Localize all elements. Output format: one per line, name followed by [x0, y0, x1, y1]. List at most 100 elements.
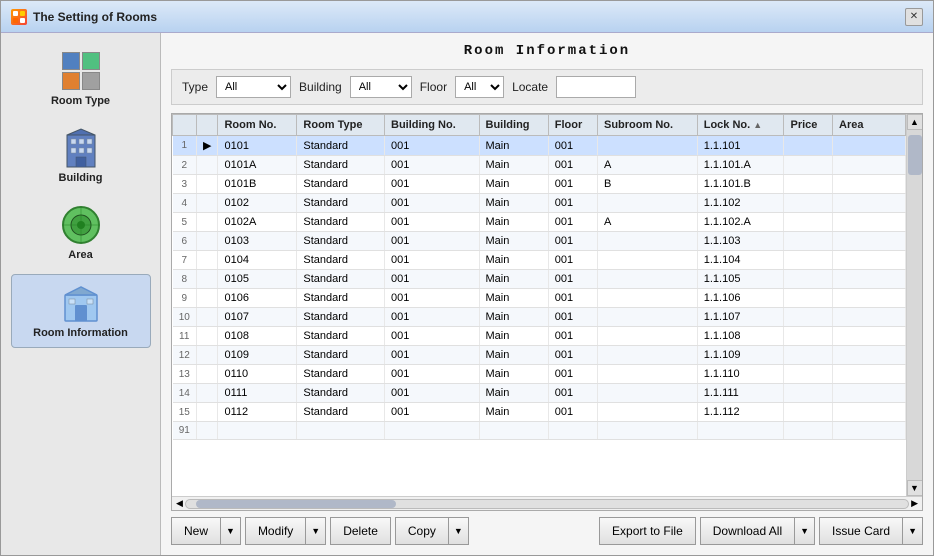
issue-dropdown-button[interactable]: ▼ — [903, 517, 923, 545]
col-header-subroom-no[interactable]: Subroom No. — [598, 115, 698, 136]
modify-button[interactable]: Modify — [245, 517, 306, 545]
copy-button[interactable]: Copy — [395, 517, 449, 545]
vertical-scrollbar[interactable]: ▲ ▼ — [906, 114, 922, 496]
table-row[interactable]: 90106Standard001Main0011.1.106 — [173, 289, 906, 308]
sidebar-item-room-information[interactable]: Room Information — [11, 274, 151, 348]
table-row[interactable]: 20101AStandard001Main001A1.1.101.A — [173, 156, 906, 175]
table-cell: Standard — [297, 213, 385, 232]
table-cell: 12 — [173, 346, 197, 365]
table-cell: 001 — [385, 232, 480, 251]
table-cell: Standard — [297, 403, 385, 422]
sidebar-item-room-type[interactable]: Room Type — [11, 43, 151, 115]
scroll-left-button[interactable]: ◀ — [174, 498, 185, 509]
table-row[interactable]: 100107Standard001Main0011.1.107 — [173, 308, 906, 327]
table-cell: 0101A — [218, 156, 297, 175]
table-cell: 10 — [173, 308, 197, 327]
delete-button[interactable]: Delete — [330, 517, 391, 545]
col-header-room-type[interactable]: Room Type — [297, 115, 385, 136]
table-cell: 001 — [548, 327, 597, 346]
download-dropdown-button[interactable]: ▼ — [795, 517, 815, 545]
building-label: Building — [299, 80, 342, 94]
new-button[interactable]: New — [171, 517, 221, 545]
sidebar-item-building-label: Building — [59, 172, 103, 184]
table-cell: 11 — [173, 327, 197, 346]
table-cell: Main — [479, 403, 548, 422]
col-header-arrow — [197, 115, 218, 136]
export-button[interactable]: Export to File — [599, 517, 696, 545]
table-cell: 5 — [173, 213, 197, 232]
table-cell: 0102 — [218, 194, 297, 213]
table-cell — [833, 156, 906, 175]
close-button[interactable]: ✕ — [905, 8, 923, 26]
table-cell — [784, 270, 833, 289]
table-cell: 0106 — [218, 289, 297, 308]
table-cell: 001 — [548, 289, 597, 308]
table-row[interactable]: 30101BStandard001Main001B1.1.101.B — [173, 175, 906, 194]
table-row[interactable]: 40102Standard001Main0011.1.102 — [173, 194, 906, 213]
table-row[interactable]: 120109Standard001Main0011.1.109 — [173, 346, 906, 365]
table-row[interactable]: 80105Standard001Main0011.1.105 — [173, 270, 906, 289]
table-cell: Standard — [297, 365, 385, 384]
main-layout: Room Type Building — [1, 33, 933, 555]
table-row[interactable]: 60103Standard001Main0011.1.103 — [173, 232, 906, 251]
locate-input[interactable] — [556, 76, 636, 98]
download-button[interactable]: Download All — [700, 517, 795, 545]
table-cell: 2 — [173, 156, 197, 175]
col-header-building[interactable]: Building — [479, 115, 548, 136]
col-header-area[interactable]: Area — [833, 115, 906, 136]
table-row[interactable]: 1▶0101Standard001Main0011.1.101 — [173, 136, 906, 156]
table-cell: 001 — [548, 232, 597, 251]
table-row[interactable]: 150112Standard001Main0011.1.112 — [173, 403, 906, 422]
title-bar: The Setting of Rooms ✕ — [1, 1, 933, 33]
table-footer-cell — [197, 422, 218, 440]
scroll-down-button[interactable]: ▼ — [907, 480, 923, 496]
table-row[interactable]: 140111Standard001Main0011.1.111 — [173, 384, 906, 403]
table-cell: Main — [479, 194, 548, 213]
issue-button-group: Issue Card ▼ — [819, 517, 923, 545]
hscroll-thumb[interactable] — [196, 500, 396, 508]
table-scroll[interactable]: Room No. Room Type Building No. Building… — [172, 114, 906, 496]
table-cell — [598, 384, 698, 403]
table-row[interactable]: 130110Standard001Main0011.1.110 — [173, 365, 906, 384]
col-header-floor[interactable]: Floor — [548, 115, 597, 136]
col-header-building-no[interactable]: Building No. — [385, 115, 480, 136]
sidebar-item-building[interactable]: Building — [11, 120, 151, 192]
table-cell: Main — [479, 308, 548, 327]
scroll-track[interactable] — [907, 130, 923, 480]
table-cell — [598, 289, 698, 308]
modify-dropdown-button[interactable]: ▼ — [306, 517, 326, 545]
table-row[interactable]: 50102AStandard001Main001A1.1.102.A — [173, 213, 906, 232]
copy-dropdown-button[interactable]: ▼ — [449, 517, 469, 545]
building-select[interactable]: All Main Annex — [350, 76, 412, 98]
table-header-row: Room No. Room Type Building No. Building… — [173, 115, 906, 136]
table-cell: Standard — [297, 136, 385, 156]
type-select[interactable]: All Standard Suite Deluxe — [216, 76, 291, 98]
table-cell — [197, 175, 218, 194]
table-row[interactable]: 70104Standard001Main0011.1.104 — [173, 251, 906, 270]
table-row[interactable]: 110108Standard001Main0011.1.108 — [173, 327, 906, 346]
scroll-thumb[interactable] — [908, 135, 922, 175]
table-cell — [784, 136, 833, 156]
issue-card-button[interactable]: Issue Card — [819, 517, 903, 545]
hscroll-track[interactable] — [185, 499, 909, 509]
horizontal-scrollbar[interactable]: ◀ ▶ — [172, 496, 922, 510]
new-dropdown-button[interactable]: ▼ — [221, 517, 241, 545]
scroll-right-button[interactable]: ▶ — [909, 498, 920, 509]
table-cell: 1.1.107 — [697, 308, 784, 327]
table-cell — [598, 346, 698, 365]
floor-select[interactable]: All 001 002 003 — [455, 76, 504, 98]
table-cell: 1.1.101.B — [697, 175, 784, 194]
scroll-up-button[interactable]: ▲ — [907, 114, 923, 130]
table-cell: 0109 — [218, 346, 297, 365]
col-header-lock-no[interactable]: Lock No.▲ — [697, 115, 784, 136]
table-cell: 001 — [385, 403, 480, 422]
col-header-room-no[interactable]: Room No. — [218, 115, 297, 136]
sidebar-item-area[interactable]: Area — [11, 197, 151, 269]
col-header-price[interactable]: Price — [784, 115, 833, 136]
table-cell: 001 — [385, 175, 480, 194]
table-cell: 0110 — [218, 365, 297, 384]
table-cell — [598, 327, 698, 346]
table-cell: 001 — [385, 384, 480, 403]
table-footer-cell — [385, 422, 480, 440]
table-cell — [598, 308, 698, 327]
